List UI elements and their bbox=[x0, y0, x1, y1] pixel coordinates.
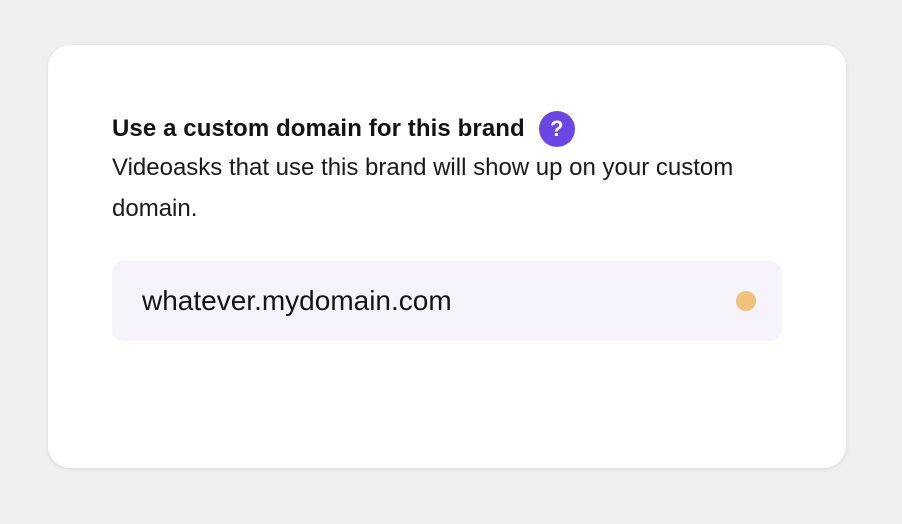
custom-domain-input[interactable] bbox=[142, 285, 736, 317]
title-row: Use a custom domain for this brand ? bbox=[112, 111, 575, 147]
section-title: Use a custom domain for this brand bbox=[112, 115, 525, 142]
section-description: Videoasks that use this brand will show … bbox=[112, 154, 734, 222]
question-mark-icon[interactable]: ? bbox=[538, 111, 575, 147]
custom-domain-card: Use a custom domain for this brand ? Vid… bbox=[48, 45, 846, 468]
status-dot-icon bbox=[736, 291, 756, 311]
custom-domain-field[interactable] bbox=[112, 261, 782, 341]
